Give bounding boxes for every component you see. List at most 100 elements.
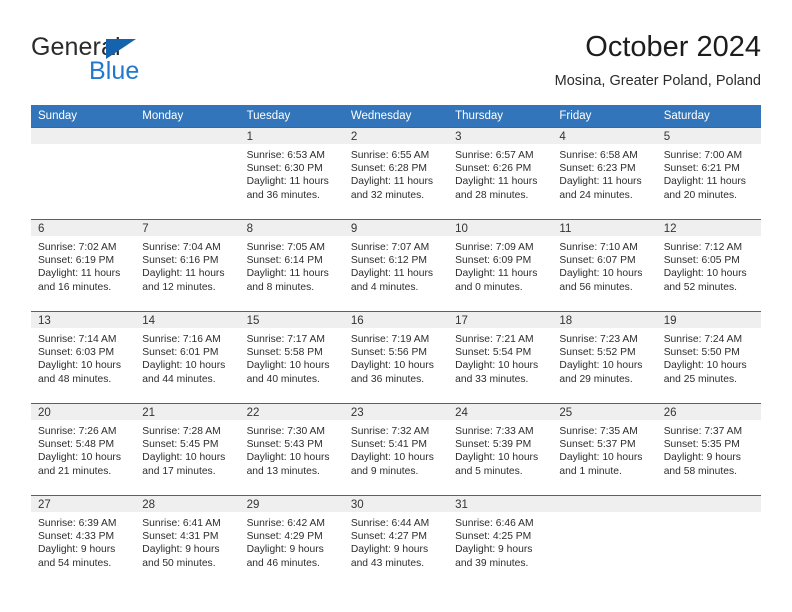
calendar-day-cell[interactable]: 3 Sunrise: 6:57 AM Sunset: 6:26 PM Daylight… (448, 127, 553, 220)
sunset-time: Sunset: 5:43 PM (246, 439, 323, 451)
calendar-day-cell[interactable]: 18 Sunrise: 7:23 AM Sunset: 5:52 PM Dayligh… (552, 311, 657, 404)
calendar-day-cell[interactable]: 11 Sunrise: 7:10 AM Sunset: 6:07 PM Dayligh… (552, 219, 657, 312)
day-number (31, 128, 136, 144)
calendar-day-cell[interactable]: 20 Sunrise: 7:26 AM Sunset: 5:48 PM Dayligh… (31, 403, 136, 496)
day-cell-details: Sunrise: 6:58 AM Sunset: 6:23 PM Daylight:… (552, 144, 656, 202)
sunrise-time: Sunrise: 6:42 AM (246, 518, 325, 529)
sunset-time: Sunset: 4:25 PM (455, 531, 532, 543)
day-number: 27 (31, 496, 136, 512)
sunset-time: Sunset: 5:52 PM (559, 347, 636, 359)
daylight-duration-line2: and 32 minutes. (350, 189, 425, 201)
calendar-day-cell[interactable]: 27 Sunrise: 6:39 AM Sunset: 4:33 PM Dayligh… (31, 495, 136, 587)
sunset-time: Sunset: 6:26 PM (455, 163, 532, 175)
day-cell-details (657, 512, 761, 517)
day-cell-inner (656, 496, 761, 587)
calendar-day-cell[interactable]: 17 Sunrise: 7:21 AM Sunset: 5:54 PM Dayligh… (448, 311, 553, 404)
calendar-day-cell[interactable]: 23 Sunrise: 7:32 AM Sunset: 5:41 PM Dayligh… (343, 403, 449, 496)
calendar-day-cell-empty (656, 495, 761, 587)
calendar-day-cell[interactable]: 10 Sunrise: 7:09 AM Sunset: 6:09 PM Dayligh… (448, 219, 553, 312)
sunrise-time: Sunrise: 7:02 AM (38, 242, 117, 253)
sunset-time: Sunset: 6:30 PM (246, 163, 323, 175)
calendar-day-cell[interactable]: 29 Sunrise: 6:42 AM Sunset: 4:29 PM Dayligh… (239, 495, 344, 587)
calendar-day-cell[interactable]: 30 Sunrise: 6:44 AM Sunset: 4:27 PM Dayligh… (343, 495, 449, 587)
sunrise-time: Sunrise: 7:37 AM (663, 426, 743, 437)
sunrise-time: Sunrise: 7:24 AM (663, 334, 743, 345)
calendar-day-cell[interactable]: 22 Sunrise: 7:30 AM Sunset: 5:43 PM Dayligh… (239, 403, 344, 496)
daylight-duration-line2: and 0 minutes. (455, 281, 523, 293)
daylight-duration-line2: and 54 minutes. (38, 557, 112, 569)
calendar-day-cell[interactable]: 12 Sunrise: 7:12 AM Sunset: 6:05 PM Dayligh… (656, 219, 761, 312)
daylight-duration-line1: Daylight: 11 hours (663, 176, 746, 188)
daylight-duration-line1: Daylight: 10 hours (142, 452, 226, 464)
calendar-day-cell[interactable]: 6 Sunrise: 7:02 AM Sunset: 6:19 PM Daylight… (31, 219, 136, 312)
weekday-header-saturday: Saturday (656, 105, 761, 128)
general-blue-logo[interactable]: General Blue (31, 34, 241, 90)
calendar-day-cell[interactable]: 13 Sunrise: 7:14 AM Sunset: 6:03 PM Dayligh… (31, 311, 136, 404)
daylight-duration-line1: Daylight: 11 hours (246, 176, 329, 188)
calendar-day-cell[interactable]: 16 Sunrise: 7:19 AM Sunset: 5:56 PM Dayligh… (343, 311, 449, 404)
calendar-day-cell-empty (135, 127, 240, 220)
day-number: 5 (656, 128, 761, 144)
daylight-duration-line1: Daylight: 11 hours (142, 268, 225, 280)
calendar-day-cell[interactable]: 15 Sunrise: 7:17 AM Sunset: 5:58 PM Dayligh… (239, 311, 344, 404)
day-number: 6 (31, 220, 136, 236)
day-cell-inner (31, 128, 136, 219)
weekday-header-friday: Friday (552, 105, 657, 128)
calendar-day-cell[interactable]: 26 Sunrise: 7:37 AM Sunset: 5:35 PM Dayligh… (656, 403, 761, 496)
daylight-duration-line2: and 36 minutes. (350, 373, 425, 385)
calendar-day-cell[interactable]: 4 Sunrise: 6:58 AM Sunset: 6:23 PM Daylight… (552, 127, 657, 220)
day-number: 26 (656, 404, 761, 420)
daylight-duration-line1: Daylight: 11 hours (350, 268, 434, 280)
day-cell-inner: 7 Sunrise: 7:04 AM Sunset: 6:16 PM Daylight… (135, 220, 240, 311)
day-number: 9 (343, 220, 449, 236)
calendar-day-cell[interactable]: 24 Sunrise: 7:33 AM Sunset: 5:39 PM Dayligh… (448, 403, 553, 496)
day-cell-details: Sunrise: 7:16 AM Sunset: 6:01 PM Daylight:… (135, 328, 239, 386)
sunset-time: Sunset: 6:19 PM (38, 255, 115, 267)
calendar-day-cell[interactable]: 14 Sunrise: 7:16 AM Sunset: 6:01 PM Dayligh… (135, 311, 240, 404)
day-number: 14 (135, 312, 240, 328)
calendar-day-cell[interactable]: 28 Sunrise: 6:41 AM Sunset: 4:31 PM Dayligh… (135, 495, 240, 587)
day-cell-inner: 2 Sunrise: 6:55 AM Sunset: 6:28 PM Daylight… (343, 128, 449, 219)
sunset-time: Sunset: 6:01 PM (142, 347, 219, 359)
daylight-duration-line2: and 46 minutes. (246, 557, 320, 569)
weekday-header-monday: Monday (135, 105, 240, 128)
sunset-time: Sunset: 6:21 PM (663, 163, 740, 175)
day-number: 23 (343, 404, 449, 420)
daylight-duration-line2: and 25 minutes. (663, 373, 737, 385)
calendar-day-cell[interactable]: 31 Sunrise: 6:46 AM Sunset: 4:25 PM Dayligh… (448, 495, 553, 587)
day-cell-details: Sunrise: 7:28 AM Sunset: 5:45 PM Daylight:… (135, 420, 239, 478)
sunrise-time: Sunrise: 7:28 AM (142, 426, 221, 437)
day-number: 29 (239, 496, 344, 512)
calendar-day-cell[interactable]: 9 Sunrise: 7:07 AM Sunset: 6:12 PM Daylight… (343, 219, 449, 312)
daylight-duration-line2: and 29 minutes. (559, 373, 633, 385)
day-cell-details: Sunrise: 7:37 AM Sunset: 5:35 PM Daylight:… (657, 420, 761, 478)
day-cell-details: Sunrise: 7:12 AM Sunset: 6:05 PM Daylight:… (657, 236, 761, 294)
sunrise-time: Sunrise: 7:19 AM (350, 334, 430, 345)
sunrise-time: Sunrise: 7:26 AM (38, 426, 117, 437)
page-subtitle-location: Mosina, Greater Poland, Poland (554, 73, 761, 89)
sunset-time: Sunset: 5:50 PM (663, 347, 740, 359)
day-number: 18 (552, 312, 657, 328)
calendar-day-cell[interactable]: 21 Sunrise: 7:28 AM Sunset: 5:45 PM Dayligh… (135, 403, 240, 496)
calendar-day-cell[interactable]: 8 Sunrise: 7:05 AM Sunset: 6:14 PM Daylight… (239, 219, 344, 312)
day-number: 12 (656, 220, 761, 236)
daylight-duration-line1: Daylight: 10 hours (246, 452, 330, 464)
day-cell-inner: 11 Sunrise: 7:10 AM Sunset: 6:07 PM Dayligh… (552, 220, 657, 311)
day-cell-inner: 12 Sunrise: 7:12 AM Sunset: 6:05 PM Dayligh… (656, 220, 761, 311)
daylight-duration-line2: and 50 minutes. (142, 557, 216, 569)
day-cell-details: Sunrise: 7:00 AM Sunset: 6:21 PM Daylight:… (657, 144, 761, 202)
calendar-day-cell[interactable]: 5 Sunrise: 7:00 AM Sunset: 6:21 PM Daylight… (656, 127, 761, 220)
day-cell-inner: 20 Sunrise: 7:26 AM Sunset: 5:48 PM Dayligh… (31, 404, 136, 495)
calendar-day-cell[interactable]: 19 Sunrise: 7:24 AM Sunset: 5:50 PM Dayligh… (656, 311, 761, 404)
page-title: October 2024 (585, 31, 761, 63)
sunrise-time: Sunrise: 7:35 AM (559, 426, 638, 437)
sunrise-time: Sunrise: 6:58 AM (559, 150, 638, 161)
calendar-day-cell[interactable]: 7 Sunrise: 7:04 AM Sunset: 6:16 PM Daylight… (135, 219, 240, 312)
daylight-duration-line2: and 1 minute. (559, 465, 622, 477)
calendar-day-cell[interactable]: 2 Sunrise: 6:55 AM Sunset: 6:28 PM Daylight… (343, 127, 449, 220)
calendar-day-cell[interactable]: 25 Sunrise: 7:35 AM Sunset: 5:37 PM Dayligh… (552, 403, 657, 496)
sunset-time: Sunset: 4:33 PM (38, 531, 115, 543)
weekday-header-thursday: Thursday (448, 105, 553, 128)
calendar-day-cell[interactable]: 1 Sunrise: 6:53 AM Sunset: 6:30 PM Daylight… (239, 127, 344, 220)
sunset-time: Sunset: 5:48 PM (38, 439, 115, 451)
